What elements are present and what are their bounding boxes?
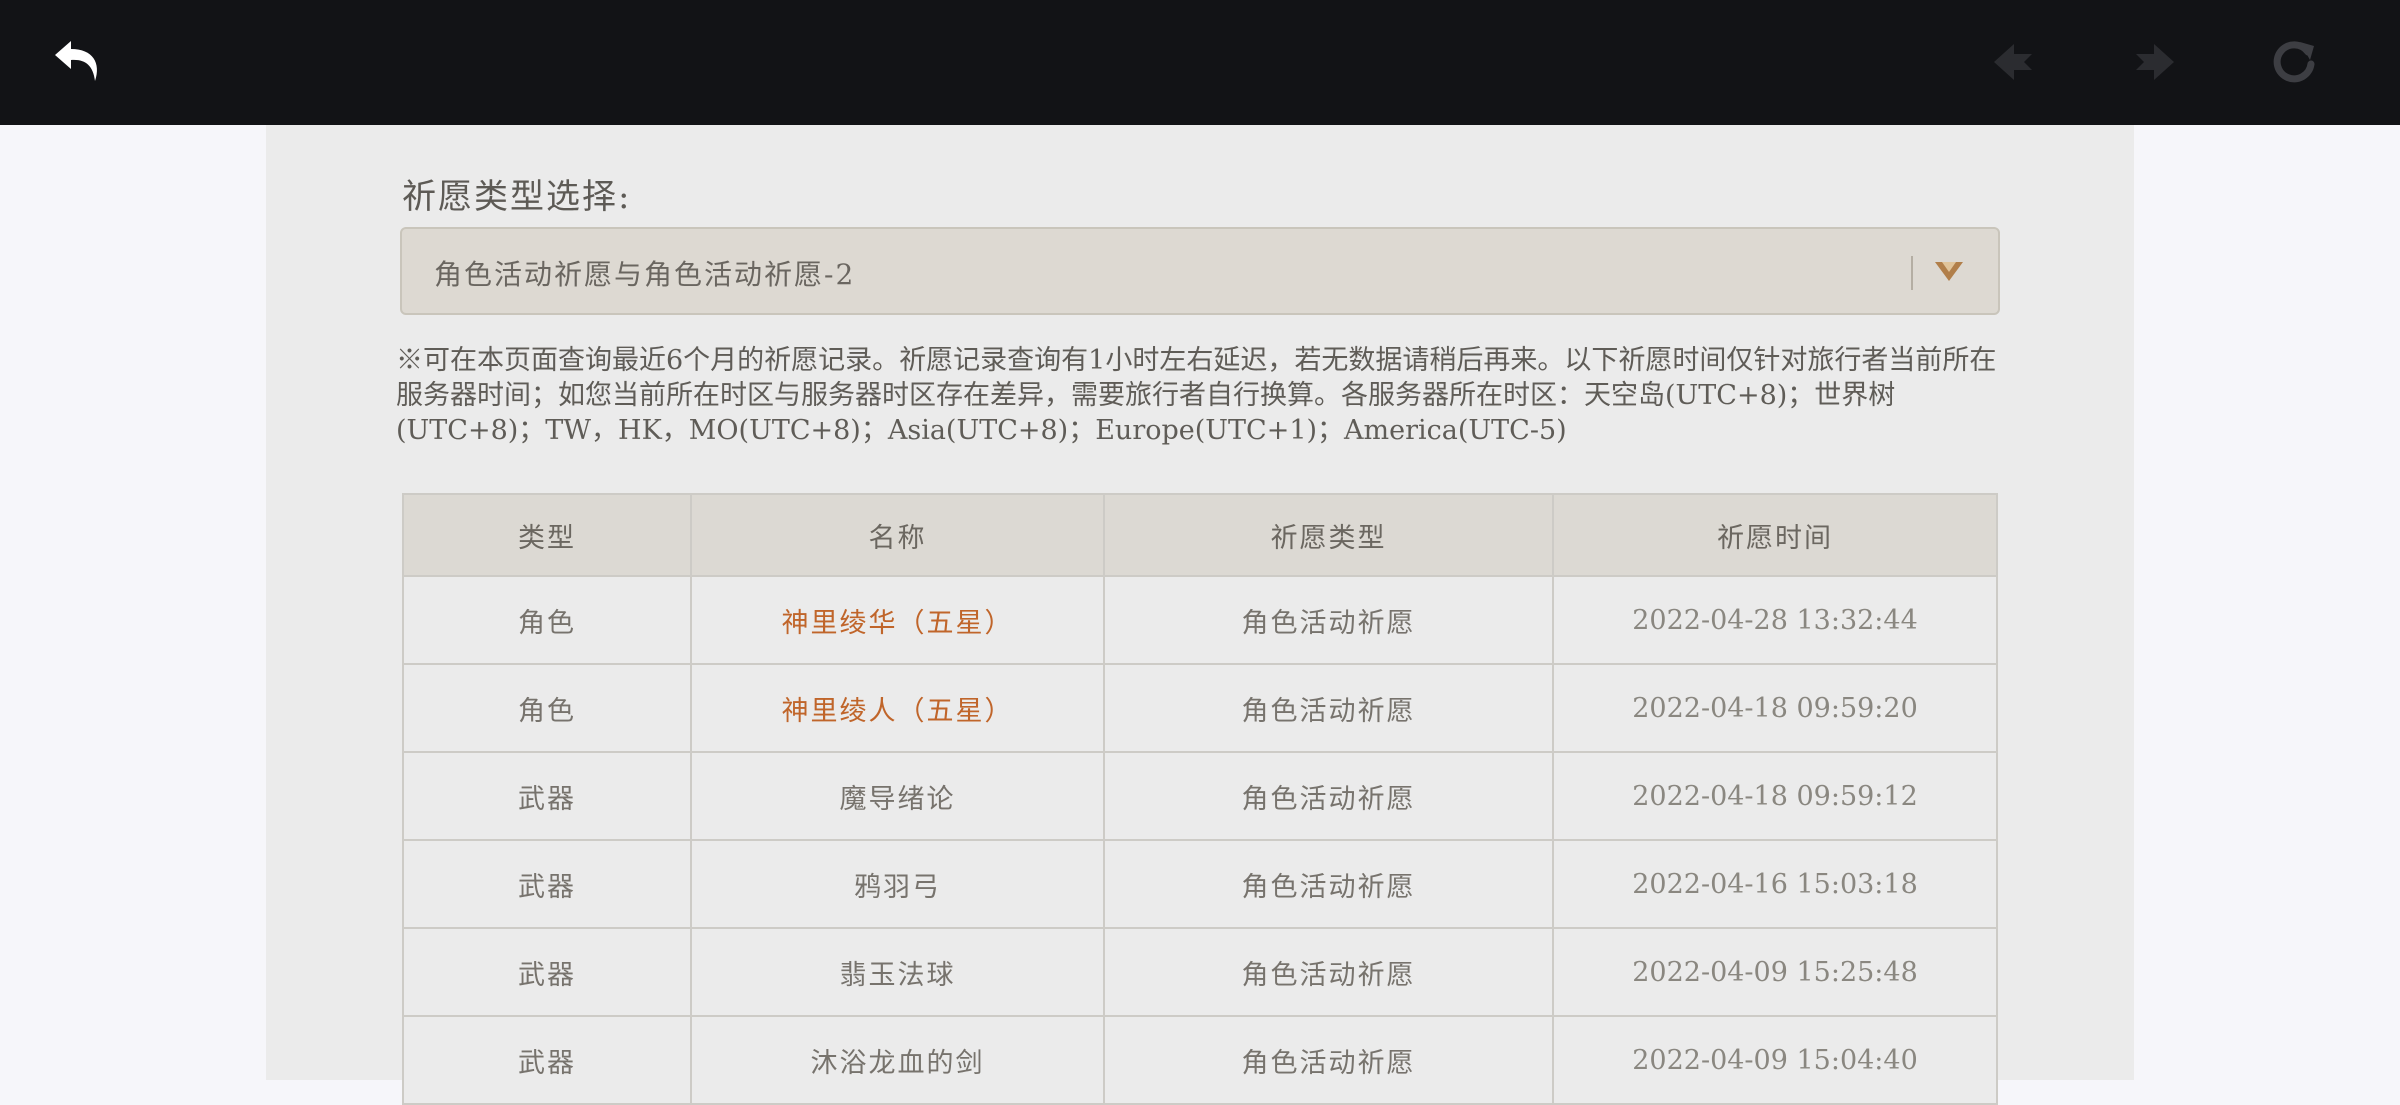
cell-wish-type: 角色活动祈愿 (1103, 575, 1554, 665)
notice-text: ※可在本页面查询最近6个月的祈愿记录。祈愿记录查询有1小时左右延迟，若无数据请稍… (396, 345, 1997, 446)
cell-time: 2022-04-18 09:59:20 (1552, 663, 1998, 753)
cell-time: 2022-04-09 15:04:40 (1552, 1015, 1998, 1105)
column-header-name: 名称 (690, 493, 1105, 577)
refresh-icon (2273, 41, 2315, 83)
column-header-wish-time: 祈愿时间 (1552, 493, 1998, 577)
cell-wish-type: 角色活动祈愿 (1103, 927, 1554, 1017)
cell-type: 武器 (402, 839, 692, 929)
table-row: 角色 神里绫人（五星） 角色活动祈愿 2022-04-18 09:59:20 (402, 663, 1998, 753)
column-header-wish-type: 祈愿类型 (1103, 493, 1554, 577)
cell-time: 2022-04-18 09:59:12 (1552, 751, 1998, 841)
back-arrow-icon (55, 41, 97, 81)
cell-time: 2022-04-09 15:25:48 (1552, 927, 1998, 1017)
cell-name: 翡玉法球 (690, 927, 1105, 1017)
cell-name: 神里绫人（五星） (690, 663, 1105, 753)
table-row: 角色 神里绫华（五星） 角色活动祈愿 2022-04-28 13:32:44 (402, 575, 1998, 665)
cell-name: 沐浴龙血的剑 (690, 1015, 1105, 1105)
cell-wish-type: 角色活动祈愿 (1103, 663, 1554, 753)
cell-name: 鸦羽弓 (690, 839, 1105, 929)
cell-name: 魔导绪论 (690, 751, 1105, 841)
top-toolbar (0, 0, 2400, 125)
table-row: 武器 沐浴龙血的剑 角色活动祈愿 2022-04-09 15:04:40 (402, 1015, 1998, 1105)
wish-type-selected-value: 角色活动祈愿与角色活动祈愿-2 (434, 258, 856, 291)
column-header-type: 类型 (402, 493, 692, 577)
cell-type: 角色 (402, 575, 692, 665)
cell-name: 神里绫华（五星） (690, 575, 1105, 665)
cell-time: 2022-04-28 13:32:44 (1552, 575, 1998, 665)
wish-type-select[interactable]: 角色活动祈愿与角色活动祈愿-2 (400, 227, 2000, 315)
cell-time: 2022-04-16 15:03:18 (1552, 839, 1998, 929)
cell-type: 武器 (402, 751, 692, 841)
table-row: 武器 鸦羽弓 角色活动祈愿 2022-04-16 15:03:18 (402, 839, 1998, 929)
select-divider (1911, 256, 1913, 290)
wish-type-label: 祈愿类型选择: (402, 177, 632, 217)
cell-wish-type: 角色活动祈愿 (1103, 1015, 1554, 1105)
wish-records-table: 类型 名称 祈愿类型 祈愿时间 角色 神里绫华（五星） 角色活动祈愿 2022-… (402, 493, 1998, 1105)
back-button[interactable] (48, 32, 108, 92)
next-page-button[interactable] (2124, 32, 2184, 92)
table-row: 武器 翡玉法球 角色活动祈愿 2022-04-09 15:25:48 (402, 927, 1998, 1017)
prev-arrow-icon (1994, 44, 2032, 80)
cell-type: 角色 (402, 663, 692, 753)
cell-type: 武器 (402, 1015, 692, 1105)
refresh-button[interactable] (2264, 32, 2324, 92)
prev-page-button[interactable] (1984, 32, 2044, 92)
table-row: 武器 魔导绪论 角色活动祈愿 2022-04-18 09:59:12 (402, 751, 1998, 841)
next-arrow-icon (2136, 44, 2174, 80)
cell-wish-type: 角色活动祈愿 (1103, 839, 1554, 929)
chevron-down-icon (1935, 262, 1963, 281)
wish-history-panel: 祈愿类型选择: 角色活动祈愿与角色活动祈愿-2 ※可在本页面查询最近6个月的祈愿… (266, 125, 2134, 1105)
cell-wish-type: 角色活动祈愿 (1103, 751, 1554, 841)
table-header-row: 类型 名称 祈愿类型 祈愿时间 (402, 493, 1998, 577)
cell-type: 武器 (402, 927, 692, 1017)
